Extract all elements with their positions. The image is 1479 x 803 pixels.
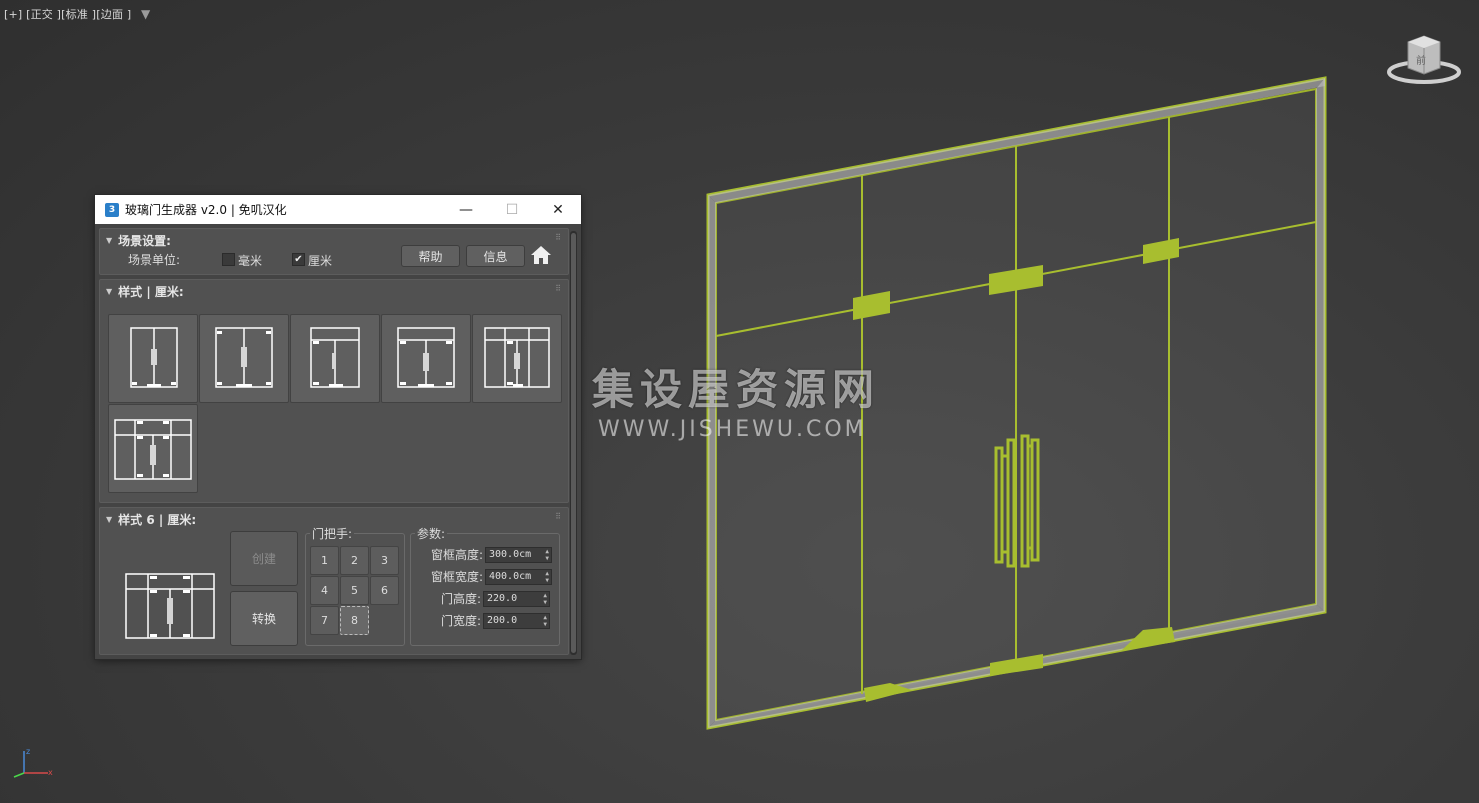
mm-checkbox[interactable]	[222, 253, 235, 266]
viewcube[interactable]: 前	[1386, 34, 1462, 86]
door-width-value[interactable]: 200.0	[487, 615, 517, 626]
dialog-titlebar[interactable]: 3 玻璃门生成器 v2.0 | 免叽汉化 — ☐ ✕	[95, 195, 581, 224]
handle-5-button[interactable]: 5	[340, 576, 369, 605]
param-door-width-label: 门宽度:	[440, 614, 481, 628]
style-1-button[interactable]	[108, 314, 198, 403]
style6-preview	[125, 573, 215, 639]
style-5-icon	[484, 327, 550, 388]
style-4-button[interactable]	[381, 314, 471, 403]
rollout-styles[interactable]: ▼ 样式 | 厘米: ⠿	[99, 279, 569, 503]
axis-z-label: z	[26, 747, 30, 756]
style-1-icon	[130, 327, 178, 388]
handle-6-button[interactable]: 6	[370, 576, 399, 605]
grip-icon: ⠿	[555, 284, 561, 293]
style-3-button[interactable]	[290, 314, 380, 403]
param-door-height-label: 门高度:	[440, 592, 481, 606]
style-2-button[interactable]	[199, 314, 289, 403]
param-door-height: 门高度:	[411, 590, 481, 606]
rollout-styles-header[interactable]: ▼ 样式 | 厘米:	[106, 283, 184, 300]
collapse-triangle-icon[interactable]: ▼	[106, 236, 112, 245]
style-6-icon	[114, 419, 192, 480]
spinner-arrows-icon[interactable]: ▲ ▼	[543, 592, 547, 606]
grip-icon: ⠿	[555, 512, 561, 521]
door-handle-group-title: 门把手:	[310, 525, 355, 542]
spinner-arrows-icon[interactable]: ▲ ▼	[545, 570, 549, 584]
help-button[interactable]: 帮助	[401, 245, 460, 267]
params-group-title: 参数:	[415, 525, 448, 542]
scrollbar-thumb[interactable]	[571, 233, 576, 653]
cm-checkbox[interactable]: ✔	[292, 253, 305, 266]
frame-band-left	[708, 195, 716, 728]
spinner-arrows-icon[interactable]: ▲ ▼	[543, 614, 547, 628]
info-button[interactable]: 信息	[466, 245, 525, 267]
rollout-scene-settings-header[interactable]: ▼ 场景设置:	[106, 232, 171, 249]
maximize-button[interactable]: ☐	[489, 195, 535, 224]
axis-gizmo: z x	[13, 747, 53, 778]
style-5-button[interactable]	[472, 314, 562, 403]
param-frame-width: 窗框宽度:	[411, 568, 483, 584]
glass-door-model[interactable]	[706, 76, 1327, 730]
collapse-triangle-icon[interactable]: ▼	[106, 287, 112, 296]
dialog-body: ▼ 场景设置: ⠿ 场景单位: 毫米 ✔ 厘米 帮助 信息 ▼ 样式 | 厘米: ⠿	[99, 228, 569, 655]
rollout-style6[interactable]: ▼ 样式 6 | 厘米: ⠿ 创建 转换 门把手: 1 2 3 4 5 6 7 …	[99, 507, 569, 655]
door-width-spinner[interactable]: 200.0 ▲ ▼	[483, 613, 550, 629]
param-frame-height: 窗框高度:	[411, 546, 483, 562]
style-6-button[interactable]	[108, 404, 198, 493]
style-2-icon	[215, 327, 273, 388]
door-handle-group: 门把手: 1 2 3 4 5 6 7 8	[305, 525, 405, 646]
style-3-icon	[310, 327, 360, 388]
frame-width-value[interactable]: 400.0cm	[489, 571, 531, 582]
param-door-width: 门宽度:	[411, 612, 481, 628]
dialog-scrollbar[interactable]	[570, 231, 577, 655]
handle-7-button[interactable]: 7	[310, 606, 339, 635]
frame-band-right	[1316, 78, 1325, 612]
minimize-button[interactable]: —	[443, 195, 489, 224]
dialog-title: 玻璃门生成器 v2.0 | 免叽汉化	[125, 203, 287, 217]
style6-title: 样式 6 | 厘米:	[118, 513, 197, 527]
rollout-scene-settings[interactable]: ▼ 场景设置: ⠿ 场景单位: 毫米 ✔ 厘米 帮助 信息	[99, 228, 569, 275]
door-height-spinner[interactable]: 220.0 ▲ ▼	[483, 591, 550, 607]
scene-settings-title: 场景设置:	[118, 234, 171, 248]
handle-4-button[interactable]: 4	[310, 576, 339, 605]
create-button[interactable]: 创建	[230, 531, 298, 586]
style-4-icon	[397, 327, 455, 388]
glass-door-generator-dialog[interactable]: 3 玻璃门生成器 v2.0 | 免叽汉化 — ☐ ✕ ▼ 场景设置: ⠿ 场景单位…	[95, 195, 581, 659]
grip-icon: ⠿	[555, 233, 561, 242]
frame-width-spinner[interactable]: 400.0cm ▲ ▼	[485, 569, 552, 585]
styles-title: 样式 | 厘米:	[118, 285, 184, 299]
scene-unit-label: 场景单位:	[128, 253, 181, 267]
param-frame-height-label: 窗框高度:	[430, 548, 483, 562]
handle-8-button[interactable]: 8	[340, 606, 369, 635]
house-icon[interactable]	[530, 244, 552, 266]
handle-1-button[interactable]: 1	[310, 546, 339, 575]
frame-height-spinner[interactable]: 300.0cm ▲ ▼	[485, 547, 552, 563]
close-button[interactable]: ✕	[535, 195, 581, 224]
axis-x-label: x	[48, 768, 53, 777]
convert-button[interactable]: 转换	[230, 591, 298, 646]
handle-3-button[interactable]: 3	[370, 546, 399, 575]
cm-label[interactable]: 厘米	[308, 252, 332, 269]
app-icon: 3	[105, 202, 119, 217]
params-group: 参数: 窗框高度: 300.0cm ▲ ▼ 窗框宽度: 400.0cm ▲ ▼ 门高…	[410, 525, 560, 646]
handle-2-button[interactable]: 2	[340, 546, 369, 575]
rollout-style6-header[interactable]: ▼ 样式 6 | 厘米:	[106, 511, 196, 528]
door-height-value[interactable]: 220.0	[487, 593, 517, 604]
collapse-triangle-icon[interactable]: ▼	[106, 515, 112, 524]
frame-height-value[interactable]: 300.0cm	[489, 549, 531, 560]
spinner-arrows-icon[interactable]: ▲ ▼	[545, 548, 549, 562]
mm-label[interactable]: 毫米	[238, 252, 262, 269]
param-frame-width-label: 窗框宽度:	[430, 570, 483, 584]
viewcube-face-label: 前	[1416, 54, 1426, 67]
